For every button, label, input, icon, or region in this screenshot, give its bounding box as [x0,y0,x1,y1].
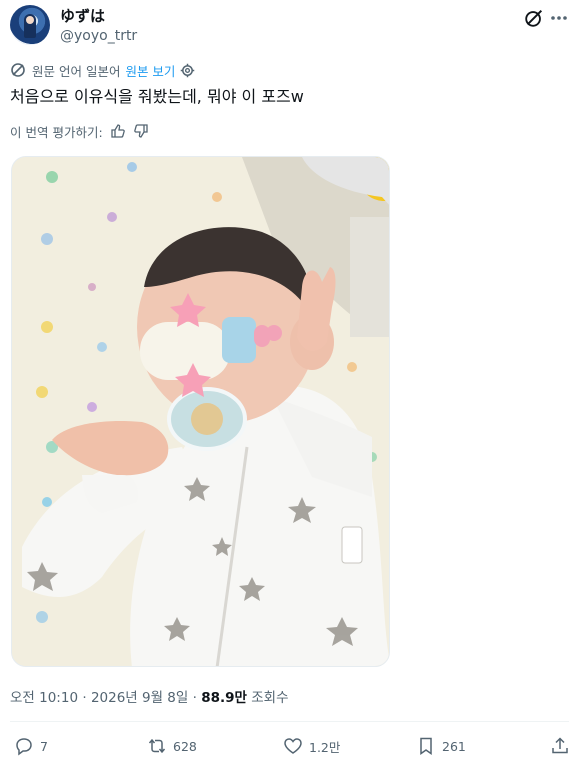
like-icon [284,738,302,754]
repost-icon [148,738,166,754]
view-label: 조회수 [251,690,289,706]
translate-icon [11,63,25,77]
meta-separator-2: · [192,690,197,706]
bookmark-button[interactable]: 261 [416,732,466,760]
share-icon [552,737,568,754]
tweet-text: 처음으로 이유식을 줘봤는데, 뭐야 이 포즈w [10,87,304,106]
source-language-label: 원문 언어 일본어 [32,63,121,79]
like-button[interactable]: 1.2만 [283,732,340,760]
tweet-meta: 오전 10:10 · 2026년 9월 8일 · 88.9만 조회수 [10,686,289,706]
gear-icon[interactable] [180,63,195,78]
like-count: 1.2만 [309,739,341,755]
action-bar: 7 628 1.2만 261 [10,732,573,760]
repost-count: 628 [173,738,197,754]
view-count: 88.9만 [201,690,247,706]
tweet-date[interactable]: 2026년 9월 8일 [91,690,188,706]
share-button[interactable] [550,732,576,760]
translation-bar: 원문 언어 일본어 원본 보기 [10,60,195,80]
avatar-face [26,16,34,24]
bookmark-icon [420,737,432,755]
thumb-down-icon[interactable] [133,123,149,139]
reply-icon [16,738,32,756]
rate-translation: 이 번역 평가하기: [10,122,149,140]
thumb-up-icon[interactable] [110,123,126,139]
repost-button[interactable]: 628 [147,732,197,760]
reply-count: 7 [40,738,48,754]
tweet-header: ゆずは @yoyo_trtr [10,5,569,47]
grok-icon[interactable] [523,7,545,29]
reply-button[interactable]: 7 [14,732,48,760]
bookmark-count: 261 [442,738,466,754]
avatar[interactable] [10,5,50,45]
meta-separator: · [82,690,87,706]
view-original-link[interactable]: 원본 보기 [125,61,175,80]
divider [10,721,569,722]
display-name[interactable]: ゆずは [60,7,105,25]
more-icon[interactable] [549,7,569,29]
baby-photo-illustration [12,157,389,666]
tweet-photo[interactable] [11,156,390,667]
rate-label: 이 번역 평가하기: [10,124,103,140]
user-handle[interactable]: @yoyo_trtr [60,27,137,45]
tweet-time[interactable]: 오전 10:10 [10,690,78,706]
